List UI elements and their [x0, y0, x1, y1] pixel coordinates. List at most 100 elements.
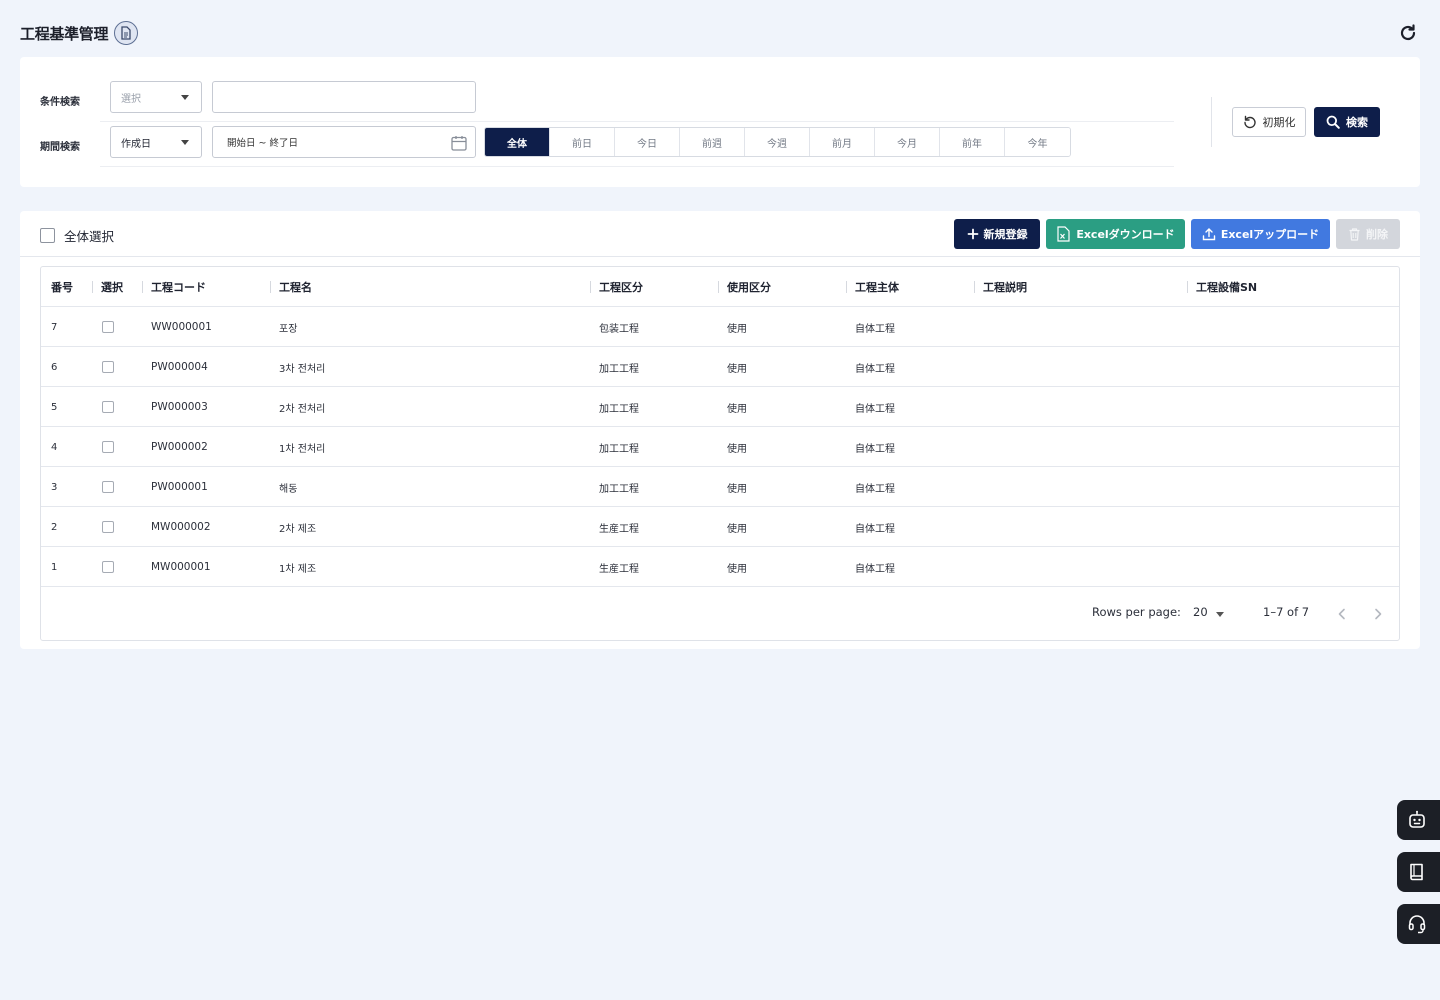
cell-subject: 自体工程 — [855, 403, 895, 415]
cell-no: 4 — [51, 441, 58, 453]
trash-icon — [1349, 228, 1360, 241]
row-checkbox[interactable] — [102, 401, 114, 413]
new-register-button[interactable]: 新規登録 — [954, 219, 1040, 249]
column-separator[interactable] — [142, 281, 143, 293]
column-separator[interactable] — [92, 281, 93, 293]
pagination: Rows per page: 20 1–7 of 7 — [41, 599, 1399, 629]
caret-down-icon[interactable] — [1216, 612, 1224, 617]
calendar-icon[interactable] — [450, 134, 468, 155]
column-separator[interactable] — [718, 281, 719, 293]
cell-usage: 使用 — [727, 443, 747, 455]
cell-code: WW000001 — [151, 321, 212, 333]
column-header[interactable]: 工程名 — [279, 267, 312, 307]
cell-category: 包装工程 — [599, 323, 639, 335]
cell-code: PW000001 — [151, 481, 208, 493]
search-button[interactable]: 検索 — [1314, 107, 1380, 137]
select-all-checkbox[interactable]: 全体選択 — [40, 226, 114, 245]
cell-name: 1차 전처리 — [279, 443, 326, 455]
condition-search-input[interactable] — [212, 81, 476, 113]
cell-name: 해동 — [279, 483, 298, 495]
column-header[interactable]: 工程区分 — [599, 267, 643, 307]
list-toolbar: 全体選択 新規登録 Excelダウンロード Excelアップロード 削除 — [20, 211, 1420, 257]
period-search-label: 期間検索 — [40, 142, 80, 153]
chevron-left-icon[interactable] — [1334, 606, 1350, 622]
cell-subject: 自体工程 — [855, 483, 895, 495]
column-separator[interactable] — [846, 281, 847, 293]
tab-last-year[interactable]: 前年 — [940, 128, 1005, 156]
excel-file-icon — [1057, 226, 1070, 242]
row-checkbox[interactable] — [102, 361, 114, 373]
delete-label: 削除 — [1366, 228, 1388, 241]
support-button[interactable] — [1397, 904, 1440, 944]
cell-code: PW000003 — [151, 401, 208, 413]
checkbox[interactable] — [40, 228, 55, 243]
condition-select[interactable]: 選択 — [110, 81, 202, 113]
cell-code: MW000001 — [151, 561, 211, 573]
row-checkbox[interactable] — [102, 521, 114, 533]
new-register-label: 新規登録 — [983, 228, 1028, 241]
period-select-value: 作成日 — [121, 138, 151, 150]
tab-this-week[interactable]: 今週 — [745, 128, 810, 156]
column-header[interactable]: 工程コード — [151, 267, 206, 307]
divider — [100, 166, 1174, 167]
cell-code: PW000002 — [151, 441, 208, 453]
chevron-right-icon[interactable] — [1370, 606, 1386, 622]
row-checkbox[interactable] — [102, 441, 114, 453]
date-range-input[interactable]: 開始日 ~ 終了日 — [212, 126, 476, 158]
tab-today[interactable]: 今日 — [615, 128, 680, 156]
column-separator[interactable] — [590, 281, 591, 293]
divider — [100, 121, 1174, 122]
excel-upload-button[interactable]: Excelアップロード — [1191, 219, 1330, 249]
tab-this-year[interactable]: 今年 — [1005, 128, 1070, 156]
column-header[interactable]: 番号 — [51, 267, 73, 307]
cell-category: 加工工程 — [599, 483, 639, 495]
row-checkbox[interactable] — [102, 481, 114, 493]
tab-this-month[interactable]: 今月 — [875, 128, 940, 156]
cell-no: 3 — [51, 481, 58, 493]
table-row[interactable]: 2 MW000002 2차 제조 生産工程 使用 自体工程 — [41, 507, 1399, 547]
row-checkbox[interactable] — [102, 561, 114, 573]
reset-button[interactable]: 初期化 — [1232, 107, 1306, 137]
column-header[interactable]: 工程設備SN — [1196, 267, 1257, 307]
table-row[interactable]: 5 PW000003 2차 전처리 加工工程 使用 自体工程 — [41, 387, 1399, 427]
column-separator[interactable] — [974, 281, 975, 293]
table-row[interactable]: 1 MW000001 1차 제조 生産工程 使用 自体工程 — [41, 547, 1399, 587]
process-table: 番号 選択 工程コード 工程名 工程区分 使用区分 工程主体 工程説明 工程設備… — [40, 266, 1400, 641]
column-header[interactable]: 選択 — [101, 267, 123, 307]
refresh-icon[interactable] — [1396, 21, 1420, 45]
table-row[interactable]: 6 PW000004 3차 전처리 加工工程 使用 自体工程 — [41, 347, 1399, 387]
excel-upload-label: Excelアップロード — [1220, 228, 1320, 241]
reset-icon — [1243, 115, 1256, 129]
rows-per-page-select[interactable]: 20 — [1193, 605, 1208, 619]
cell-usage: 使用 — [727, 563, 747, 575]
search-icon — [1326, 115, 1340, 129]
excel-download-button[interactable]: Excelダウンロード — [1046, 219, 1185, 249]
tab-last-month[interactable]: 前月 — [810, 128, 875, 156]
column-header[interactable]: 使用区分 — [727, 267, 771, 307]
cell-category: 加工工程 — [599, 403, 639, 415]
cell-category: 生産工程 — [599, 563, 639, 575]
tab-last-week[interactable]: 前週 — [680, 128, 745, 156]
row-checkbox[interactable] — [102, 321, 114, 333]
cell-usage: 使用 — [727, 483, 747, 495]
cell-subject: 自体工程 — [855, 523, 895, 535]
select-all-label: 全体選択 — [64, 229, 115, 244]
column-separator[interactable] — [270, 281, 271, 293]
caret-down-icon — [181, 95, 189, 100]
table-row[interactable]: 4 PW000002 1차 전처리 加工工程 使用 自体工程 — [41, 427, 1399, 467]
tab-yesterday[interactable]: 前日 — [550, 128, 615, 156]
chatbot-button[interactable] — [1397, 800, 1440, 840]
tab-all[interactable]: 全体 — [485, 128, 550, 156]
column-header[interactable]: 工程主体 — [855, 267, 899, 307]
column-header[interactable]: 工程説明 — [983, 267, 1027, 307]
cell-subject: 自体工程 — [855, 363, 895, 375]
delete-button[interactable]: 削除 — [1336, 219, 1400, 249]
column-separator[interactable] — [1187, 281, 1188, 293]
cell-no: 2 — [51, 521, 58, 533]
table-row[interactable]: 3 PW000001 해동 加工工程 使用 自体工程 — [41, 467, 1399, 507]
period-select[interactable]: 作成日 — [110, 126, 202, 158]
manual-button[interactable] — [1397, 852, 1440, 892]
document-icon[interactable] — [114, 21, 139, 45]
cell-code: PW000004 — [151, 361, 208, 373]
table-row[interactable]: 7 WW000001 포장 包装工程 使用 自体工程 — [41, 307, 1399, 347]
